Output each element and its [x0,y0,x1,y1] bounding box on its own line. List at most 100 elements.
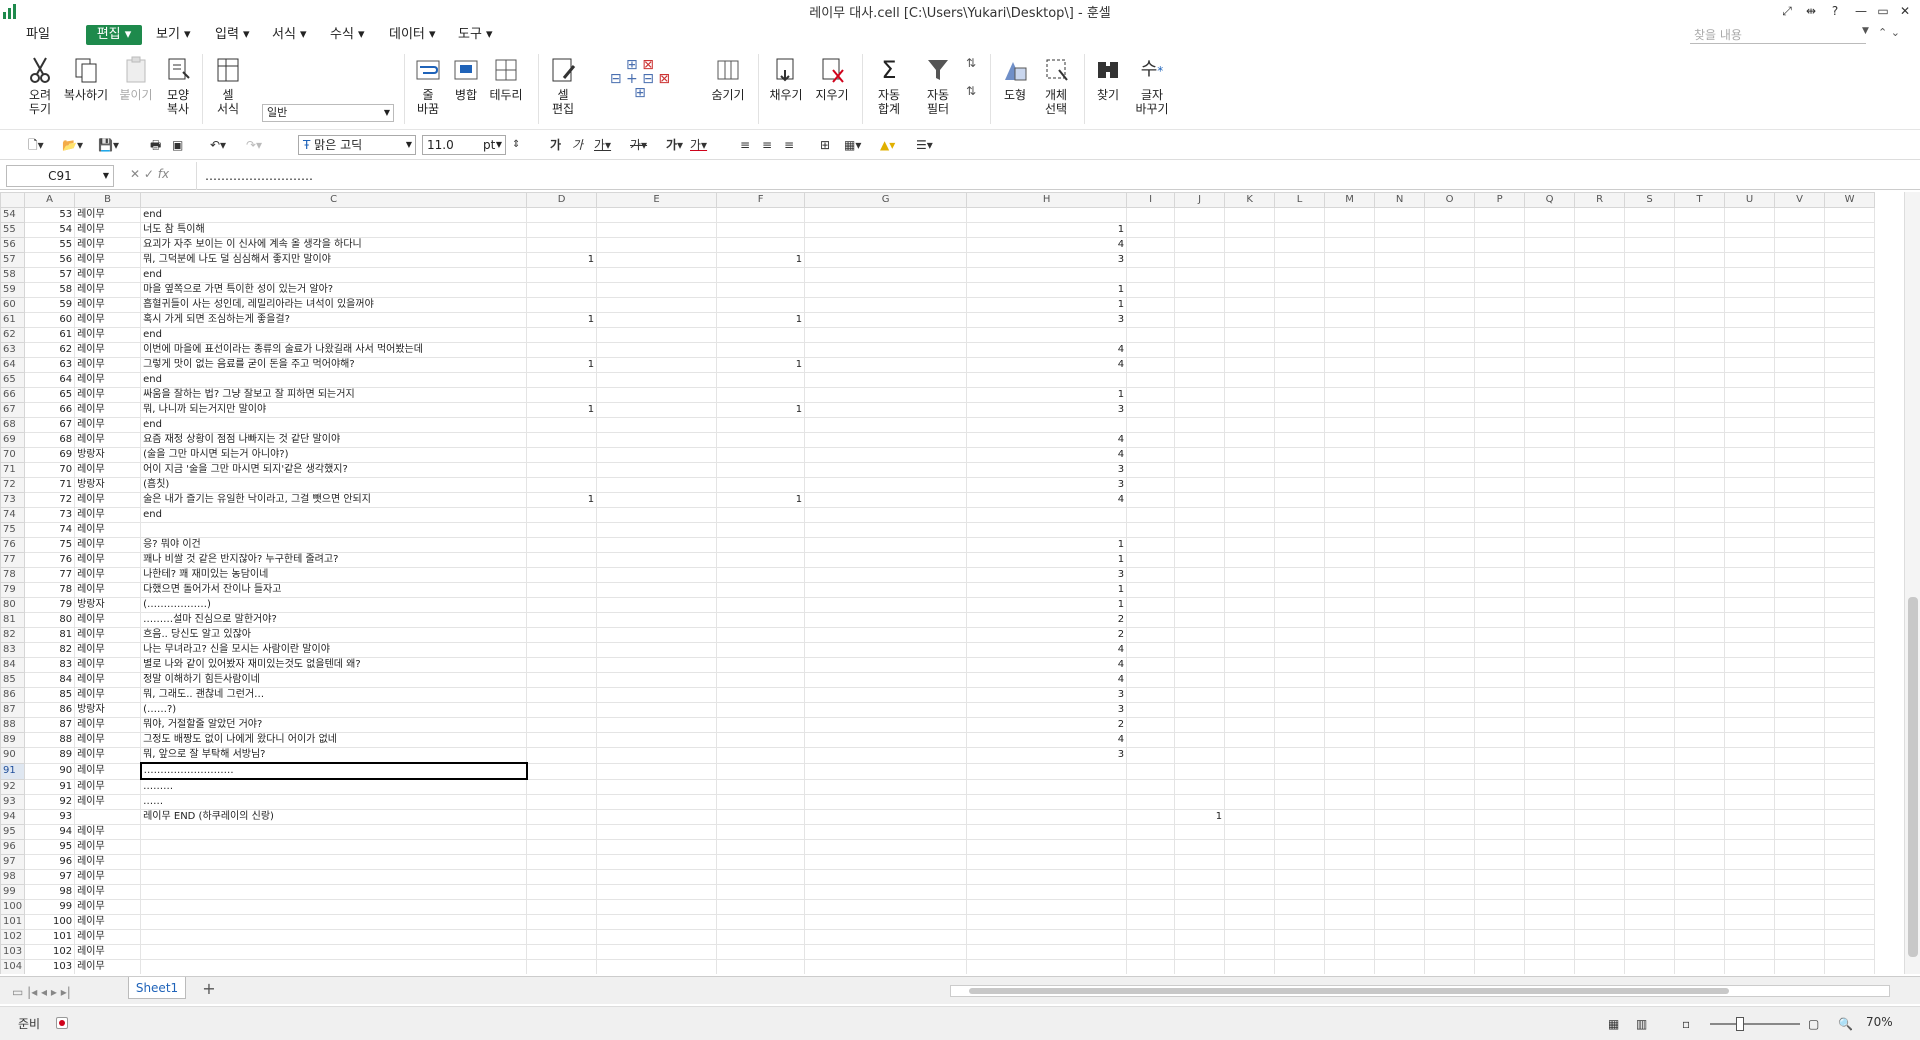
cell-d[interactable] [526,627,598,643]
cell-c[interactable] [140,959,528,974]
cell-b[interactable]: 레이무 [74,899,142,915]
cell-f[interactable] [716,282,806,298]
cell-g[interactable] [804,824,968,840]
cell-r[interactable] [1574,357,1626,373]
cell-h[interactable]: 1 [966,597,1128,613]
cell-e[interactable] [596,612,718,628]
cell-a[interactable]: 86 [24,702,76,718]
cell-g[interactable] [804,899,968,915]
cell-t[interactable] [1674,899,1726,915]
cell-q[interactable] [1524,627,1576,643]
row-header[interactable]: 75 [0,522,26,538]
cell-e[interactable] [596,869,718,885]
cell-l[interactable] [1274,402,1326,418]
cell-d[interactable] [526,297,598,313]
number-format-select[interactable]: 일반 ▼ [262,104,394,122]
row-header[interactable]: 76 [0,537,26,553]
cell-h[interactable] [966,207,1128,223]
cell-e[interactable] [596,552,718,568]
cell-v[interactable] [1774,884,1826,900]
cell-r[interactable] [1574,627,1626,643]
cell-p[interactable] [1474,522,1526,538]
cell-b[interactable]: 레이무 [74,252,142,268]
cell-m[interactable] [1324,252,1376,268]
cell-q[interactable] [1524,207,1576,223]
cell-v[interactable] [1774,839,1826,855]
print-icon[interactable]: 🖶 [150,136,161,154]
cell-e[interactable] [596,507,718,523]
cell-w[interactable] [1824,762,1876,780]
cell-b[interactable]: 방랑자 [74,447,142,463]
cell-l[interactable] [1274,717,1326,733]
cell-j[interactable] [1174,762,1226,780]
menu-file[interactable]: 파일 [26,25,50,45]
cell-t[interactable] [1674,477,1726,493]
cell-n[interactable] [1374,762,1426,780]
cell-i[interactable] [1126,222,1176,238]
cell-i[interactable] [1126,492,1176,508]
cell-u[interactable] [1724,597,1776,613]
cell-n[interactable] [1374,492,1426,508]
cell-p[interactable] [1474,342,1526,358]
row-header[interactable]: 59 [0,282,26,298]
cell-c[interactable] [140,854,528,870]
cell-h[interactable]: 1 [966,222,1128,238]
cell-i[interactable] [1126,477,1176,493]
cell-b[interactable]: 레이무 [74,824,142,840]
cell-o[interactable] [1424,824,1476,840]
cell-g[interactable] [804,222,968,238]
cell-r[interactable] [1574,582,1626,598]
border-button[interactable]: 테두리 [486,56,526,102]
cell-e[interactable] [596,522,718,538]
cell-n[interactable] [1374,387,1426,403]
cell-q[interactable] [1524,537,1576,553]
cell-n[interactable] [1374,959,1426,974]
cell-a[interactable]: 87 [24,717,76,733]
cell-v[interactable] [1774,642,1826,658]
cell-j[interactable] [1174,732,1226,748]
cell-w[interactable] [1824,839,1876,855]
cell-s[interactable] [1624,809,1676,825]
strikethrough-icon[interactable]: 가▾ [630,136,647,154]
cell-p[interactable] [1474,732,1526,748]
cell-l[interactable] [1274,657,1326,673]
cell-l[interactable] [1274,854,1326,870]
cell-c[interactable] [140,869,528,885]
underline-icon[interactable]: 가▾ [594,136,611,154]
cell-j[interactable] [1174,747,1226,764]
cell-u[interactable] [1724,567,1776,583]
cell-o[interactable] [1424,522,1476,538]
cell-v[interactable] [1774,914,1826,930]
cell-i[interactable] [1126,869,1176,885]
cell-d[interactable] [526,702,598,718]
cell-v[interactable] [1774,657,1826,673]
cell-i[interactable] [1126,824,1176,840]
menu-data[interactable]: 데이터 ▾ [389,25,436,45]
cell-u[interactable] [1724,959,1776,974]
cell-d[interactable] [526,327,598,343]
cell-w[interactable] [1824,462,1876,478]
cell-l[interactable] [1274,477,1326,493]
cell-h[interactable] [966,869,1128,885]
column-header-s[interactable]: S [1624,192,1676,208]
row-header[interactable]: 64 [0,357,26,373]
cell-m[interactable] [1324,357,1376,373]
cell-e[interactable] [596,702,718,718]
cell-l[interactable] [1274,537,1326,553]
cell-p[interactable] [1474,402,1526,418]
font-style-icon[interactable]: 가▾ [666,136,683,154]
cell-j[interactable] [1174,702,1226,718]
cell-c[interactable]: 나는 무녀라고? 신을 모시는 사람이란 말이야 [140,642,528,658]
cell-o[interactable] [1424,717,1476,733]
cell-u[interactable] [1724,687,1776,703]
cell-v[interactable] [1774,432,1826,448]
cell-o[interactable] [1424,839,1476,855]
cell-f[interactable] [716,207,806,223]
cancel-icon[interactable]: ✕ [130,167,140,181]
cell-c[interactable]: end [140,372,528,388]
cell-j[interactable] [1174,687,1226,703]
cell-c[interactable]: 응? 뭐야 이건 [140,537,528,553]
cell-n[interactable] [1374,267,1426,283]
row-header[interactable]: 81 [0,612,26,628]
cell-v[interactable] [1774,762,1826,780]
